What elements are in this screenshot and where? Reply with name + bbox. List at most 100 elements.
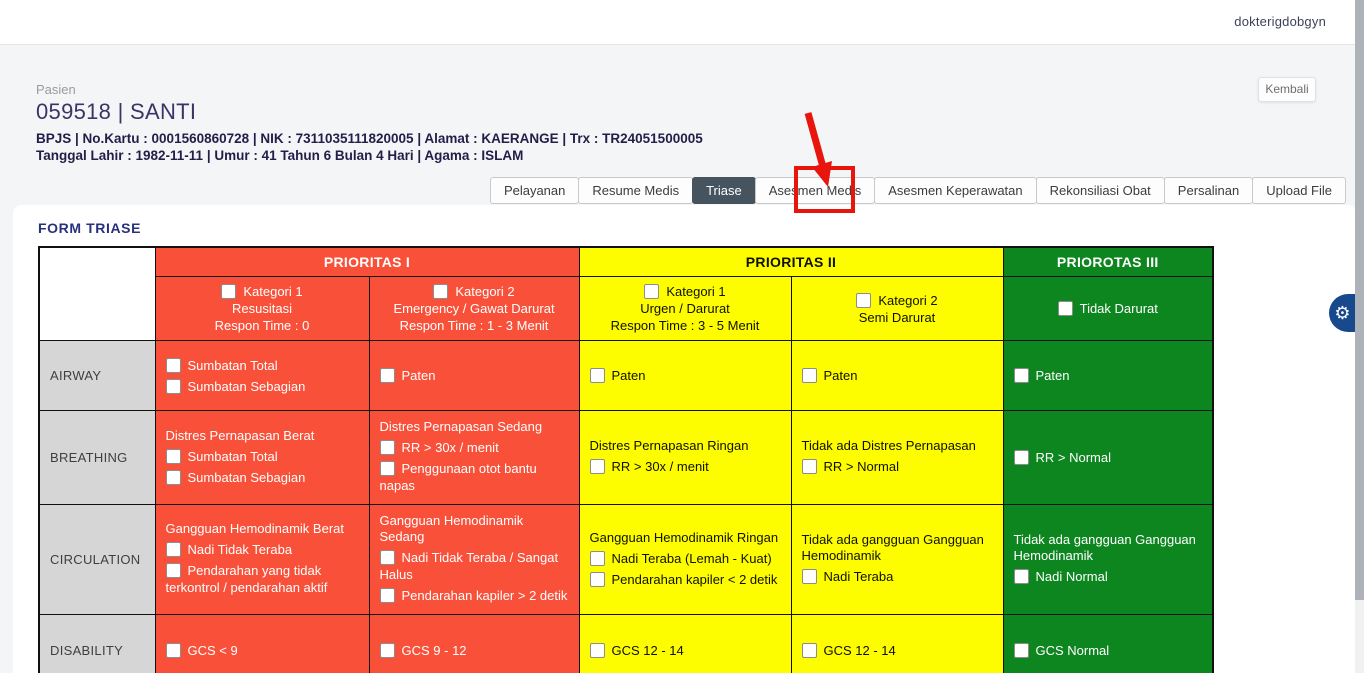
airway-p2k1-cell: Paten	[579, 341, 791, 411]
checkbox-icon[interactable]	[644, 284, 659, 299]
checkbox-icon[interactable]	[1058, 301, 1073, 316]
breathing-p2k2-cell: Tidak ada Distres Pernapasan RR > Normal	[791, 411, 1003, 505]
triage-option[interactable]: Sumbatan Total	[166, 448, 359, 465]
priority-header-row: PRIORITAS I PRIORITAS II PRIOROTAS III	[39, 247, 1213, 277]
checkbox-icon[interactable]	[221, 284, 236, 299]
checkbox-icon[interactable]	[590, 551, 605, 566]
triage-table: PRIORITAS I PRIORITAS II PRIOROTAS III K…	[38, 246, 1214, 673]
checkbox-icon[interactable]	[166, 379, 181, 394]
gear-icon: ⚙	[1334, 304, 1350, 322]
checkbox-icon[interactable]	[166, 358, 181, 373]
checkbox-icon[interactable]	[1014, 450, 1029, 465]
checkbox-icon[interactable]	[590, 459, 605, 474]
checkbox-icon[interactable]	[380, 368, 395, 383]
triage-option[interactable]: RR > 30x / menit	[380, 439, 569, 456]
tab-upload-file[interactable]: Upload File	[1252, 177, 1346, 204]
triage-option[interactable]: Nadi Normal	[1014, 568, 1203, 585]
triage-option[interactable]: GCS < 9	[166, 642, 359, 659]
tab-rekonsiliasi-obat[interactable]: Rekonsiliasi Obat	[1036, 177, 1165, 204]
patient-header: Pasien 059518 | SANTI BPJS | No.Kartu : …	[36, 82, 703, 164]
checkbox-icon[interactable]	[590, 572, 605, 587]
prioritas-1-header: PRIORITAS I	[155, 247, 579, 277]
airway-row: AIRWAY Sumbatan Total Sumbatan Sebagian …	[39, 341, 1213, 411]
checkbox-icon[interactable]	[1014, 569, 1029, 584]
triage-option[interactable]: Penggunaan otot bantu napas	[380, 460, 569, 494]
kategori-2-semi-darurat-cell: Kategori 2 Semi Darurat	[791, 277, 1003, 341]
checkbox-icon[interactable]	[856, 293, 871, 308]
triage-option[interactable]: Pendarahan kapiler > 2 detik	[380, 587, 569, 604]
checkbox-icon[interactable]	[380, 440, 395, 455]
vertical-scrollbar[interactable]	[1355, 0, 1364, 673]
triage-option[interactable]: GCS 12 - 14	[802, 642, 993, 659]
checkbox-icon[interactable]	[1014, 368, 1029, 383]
main-panel: FORM TRIASE PRIORITAS I PRIORITAS II PRI…	[13, 205, 1356, 673]
triage-option[interactable]: Sumbatan Total	[166, 357, 359, 374]
tab-asesmen-keperawatan[interactable]: Asesmen Keperawatan	[874, 177, 1036, 204]
checkbox-icon[interactable]	[802, 368, 817, 383]
row-label-disability: DISABILITY	[39, 615, 155, 673]
scrollbar-thumb[interactable]	[1355, 0, 1364, 600]
triage-option[interactable]: Paten	[380, 367, 569, 384]
disability-row: DISABILITY GCS < 9 GCS 9 - 12 GCS 12 - 1…	[39, 615, 1213, 673]
checkbox-icon[interactable]	[380, 550, 395, 565]
disability-p2k1-cell: GCS 12 - 14	[579, 615, 791, 673]
tab-resume-medis[interactable]: Resume Medis	[578, 177, 693, 204]
triage-option[interactable]: Nadi Tidak Teraba / Sangat Halus	[380, 549, 569, 583]
disability-p1k2-cell: GCS 9 - 12	[369, 615, 579, 673]
triage-option[interactable]: GCS 9 - 12	[380, 642, 569, 659]
circulation-p2k2-cell: Tidak ada gangguan Gangguan Hemodinamik …	[791, 505, 1003, 615]
kategori-1-urgen-cell: Kategori 1 Urgen / Darurat Respon Time :…	[579, 277, 791, 341]
checkbox-icon[interactable]	[166, 470, 181, 485]
triage-option[interactable]: Paten	[590, 367, 781, 384]
triage-option[interactable]: Pendarahan kapiler < 2 detik	[590, 571, 781, 588]
tab-persalinan[interactable]: Persalinan	[1164, 177, 1253, 204]
checkbox-icon[interactable]	[166, 563, 181, 578]
patient-id-name: 059518 | SANTI	[36, 99, 703, 125]
checkbox-icon[interactable]	[166, 542, 181, 557]
triage-option[interactable]: RR > 30x / menit	[590, 458, 781, 475]
triage-option[interactable]: Nadi Tidak Teraba	[166, 541, 359, 558]
triage-option[interactable]: Nadi Teraba	[802, 568, 993, 585]
airway-p1k1-cell: Sumbatan Total Sumbatan Sebagian	[155, 341, 369, 411]
triage-option[interactable]: Sumbatan Sebagian	[166, 469, 359, 486]
circulation-p3-cell: Tidak ada gangguan Gangguan Hemodinamik …	[1003, 505, 1213, 615]
patient-label: Pasien	[36, 82, 703, 97]
triage-option[interactable]: Pendarahan yang tidak terkontrol / penda…	[166, 562, 359, 596]
circulation-row: CIRCULATION Gangguan Hemodinamik Berat N…	[39, 505, 1213, 615]
triage-option[interactable]: GCS Normal	[1014, 642, 1203, 659]
breathing-p1k1-cell: Distres Pernapasan Berat Sumbatan Total …	[155, 411, 369, 505]
breathing-row: BREATHING Distres Pernapasan Berat Sumba…	[39, 411, 1213, 505]
triage-option[interactable]: RR > Normal	[802, 458, 993, 475]
patient-birth-line: Tanggal Lahir : 1982-11-11 | Umur : 41 T…	[36, 147, 703, 164]
triage-table-wrap: PRIORITAS I PRIORITAS II PRIOROTAS III K…	[38, 246, 1214, 673]
checkbox-icon[interactable]	[1014, 643, 1029, 658]
breathing-p3-cell: RR > Normal	[1003, 411, 1213, 505]
checkbox-icon[interactable]	[380, 643, 395, 658]
disability-p1k1-cell: GCS < 9	[155, 615, 369, 673]
triage-option[interactable]: Paten	[802, 367, 993, 384]
triage-option[interactable]: Paten	[1014, 367, 1203, 384]
checkbox-icon[interactable]	[380, 461, 395, 476]
row-label-airway: AIRWAY	[39, 341, 155, 411]
checkbox-icon[interactable]	[166, 643, 181, 658]
checkbox-icon[interactable]	[590, 643, 605, 658]
tab-asesmen-medis[interactable]: Asesmen Medis	[755, 177, 875, 204]
checkbox-icon[interactable]	[802, 459, 817, 474]
checkbox-icon[interactable]	[166, 449, 181, 464]
circulation-p2k1-cell: Gangguan Hemodinamik Ringan Nadi Teraba …	[579, 505, 791, 615]
triage-option[interactable]: GCS 12 - 14	[590, 642, 781, 659]
triage-option[interactable]: RR > Normal	[1014, 449, 1203, 466]
tab-pelayanan[interactable]: Pelayanan	[490, 177, 579, 204]
checkbox-icon[interactable]	[590, 368, 605, 383]
checkbox-icon[interactable]	[802, 569, 817, 584]
kembali-button[interactable]: Kembali	[1258, 77, 1316, 102]
triage-option[interactable]: Nadi Teraba (Lemah - Kuat)	[590, 550, 781, 567]
corner-cell	[39, 247, 155, 341]
checkbox-icon[interactable]	[380, 588, 395, 603]
kategori-2-emergency-cell: Kategori 2 Emergency / Gawat Darurat Res…	[369, 277, 579, 341]
checkbox-icon[interactable]	[433, 284, 448, 299]
top-bar: dokterigdobgyn	[0, 0, 1364, 45]
checkbox-icon[interactable]	[802, 643, 817, 658]
tab-triase[interactable]: Triase	[692, 177, 756, 204]
triage-option[interactable]: Sumbatan Sebagian	[166, 378, 359, 395]
